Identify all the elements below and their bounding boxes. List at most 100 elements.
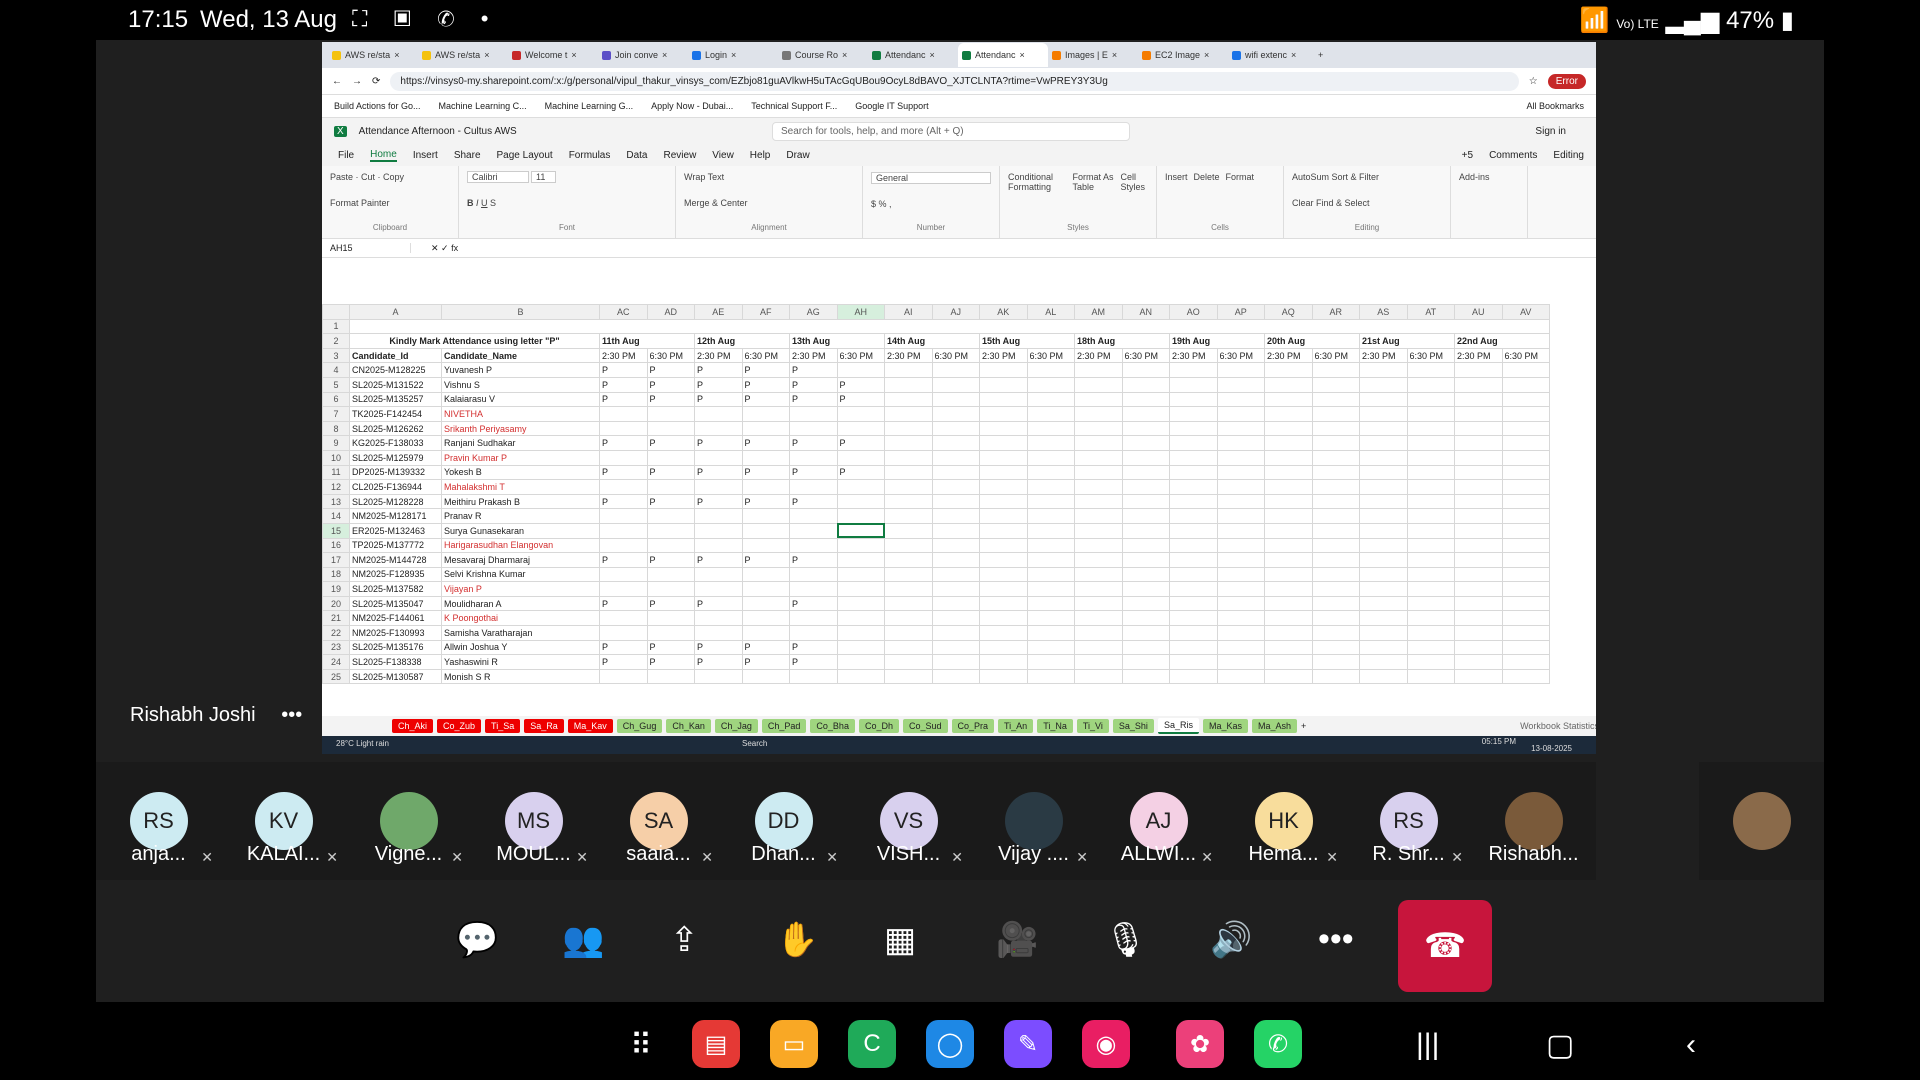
attendance-cell[interactable] [1454,522,1503,539]
attendance-cell[interactable] [741,610,790,627]
row-number[interactable]: 23 [322,639,350,656]
candidate-id-cell[interactable]: SL2025-M135257 [349,391,442,408]
attendance-cell[interactable]: P [599,435,648,451]
attendance-cell[interactable]: P [599,391,648,408]
attendance-cell[interactable] [1026,537,1075,554]
attendance-cell[interactable]: P [646,464,695,481]
attendance-cell[interactable] [1454,625,1503,641]
attendance-cell[interactable] [836,639,885,656]
time-header[interactable]: 6:30 PM [741,347,790,364]
attendance-cell[interactable] [1121,362,1170,378]
attendance-cell[interactable] [1264,479,1313,495]
attendance-cell[interactable]: P [646,376,695,393]
attendance-cell[interactable] [1311,639,1360,656]
candidate-id-cell[interactable]: NM2025-F130993 [349,625,442,641]
candidate-id-cell[interactable]: NM2025-M144728 [349,552,442,568]
attendance-cell[interactable] [646,508,695,524]
participant-tile[interactable]: HK Hema... ✕ [1221,762,1346,880]
tab-close-icon[interactable]: × [930,50,935,60]
attendance-cell[interactable] [931,435,980,451]
attendance-cell[interactable] [884,537,933,554]
attendance-cell[interactable] [836,406,885,422]
home-icon[interactable]: ▢ [1546,1028,1574,1063]
notes-app-icon[interactable]: ✎ [1004,1020,1052,1068]
participant-tile[interactable]: Vigne... ✕ [346,762,471,880]
attendance-cell[interactable] [836,493,885,510]
attendance-cell[interactable] [836,610,885,627]
row-number[interactable]: 2 [322,333,350,349]
candidate-name-cell[interactable]: Yashaswini R [441,654,600,670]
attendance-cell[interactable] [1169,566,1218,583]
column-header[interactable]: AD [646,304,695,320]
attendance-cell[interactable] [789,581,838,597]
row-number[interactable]: 22 [322,625,350,641]
attendance-cell[interactable] [1121,639,1170,656]
attendance-cell[interactable]: P [789,435,838,451]
attendance-cell[interactable] [1501,479,1550,495]
taskbar-search[interactable]: Search [742,739,767,748]
attendance-cell[interactable] [1264,493,1313,510]
candidate-name-cell[interactable]: Yokesh B [441,464,600,481]
attendance-cell[interactable]: P [599,376,648,393]
attendance-cell[interactable] [1264,537,1313,554]
attendance-cell[interactable] [1216,406,1265,422]
attendance-cell[interactable] [931,493,980,510]
participant-tile[interactable]: RS anja... ✕ [96,762,221,880]
attendance-cell[interactable] [1216,420,1265,437]
attendance-cell[interactable] [1406,508,1455,524]
attendance-cell[interactable] [1406,581,1455,597]
row-number[interactable]: 14 [322,508,350,524]
attendance-cell[interactable] [931,449,980,466]
attendance-cell[interactable] [884,610,933,627]
attendance-cell[interactable] [979,362,1028,378]
attendance-cell[interactable] [1406,406,1455,422]
attendance-cell[interactable] [1216,508,1265,524]
autosum-button[interactable]: AutoSum [1292,172,1329,182]
attendance-cell[interactable] [1074,362,1123,378]
attendance-cell[interactable]: P [694,391,743,408]
attendance-cell[interactable] [741,522,790,539]
attendance-cell[interactable] [1311,362,1360,378]
attendance-cell[interactable]: P [646,595,695,612]
attendance-cell[interactable] [931,479,980,495]
attendance-cell[interactable] [884,625,933,641]
attendance-cell[interactable] [1169,639,1218,656]
attendance-cell[interactable] [836,537,885,554]
attendance-cell[interactable] [979,566,1028,583]
attendance-cell[interactable] [979,654,1028,670]
attendance-cell[interactable] [646,449,695,466]
attendance-cell[interactable] [694,566,743,583]
attendance-cell[interactable] [1121,406,1170,422]
time-header[interactable]: 2:30 PM [1169,347,1218,364]
attendance-cell[interactable] [884,508,933,524]
attendance-cell[interactable] [789,406,838,422]
attendance-cell[interactable] [1026,376,1075,393]
time-header[interactable]: 6:30 PM [1406,347,1455,364]
attendance-cell[interactable] [1406,479,1455,495]
attendance-cell[interactable] [1026,522,1075,539]
browser-tab[interactable]: AWS re/sta × [418,50,508,60]
font-size-select[interactable]: 11 [531,171,557,183]
attendance-cell[interactable] [836,668,885,685]
attendance-cell[interactable] [1264,406,1313,422]
attendance-cell[interactable] [741,566,790,583]
attendance-cell[interactable]: P [836,376,885,393]
attendance-cell[interactable] [1169,625,1218,641]
attendance-cell[interactable] [931,522,980,539]
attendance-cell[interactable] [1454,581,1503,597]
attendance-cell[interactable] [789,522,838,539]
attendance-cell[interactable] [1501,508,1550,524]
workbook-statistics[interactable]: Workbook Statistics [1520,721,1596,731]
attendance-cell[interactable] [1216,449,1265,466]
tab-close-icon[interactable]: × [662,50,667,60]
bookmark-item[interactable]: Machine Learning G... [545,101,634,111]
attendance-cell[interactable]: P [599,464,648,481]
time-header[interactable]: 6:30 PM [646,347,695,364]
attendance-cell[interactable] [1121,435,1170,451]
font-style-icons[interactable]: B I U S [467,198,667,208]
sheet-tab[interactable]: Ch_Aki [392,719,434,733]
date-header[interactable]: 12th Aug [694,333,790,349]
sheet-tab[interactable]: Sa_Shi [1112,719,1154,733]
attendance-cell[interactable] [789,537,838,554]
attendance-cell[interactable] [1406,625,1455,641]
